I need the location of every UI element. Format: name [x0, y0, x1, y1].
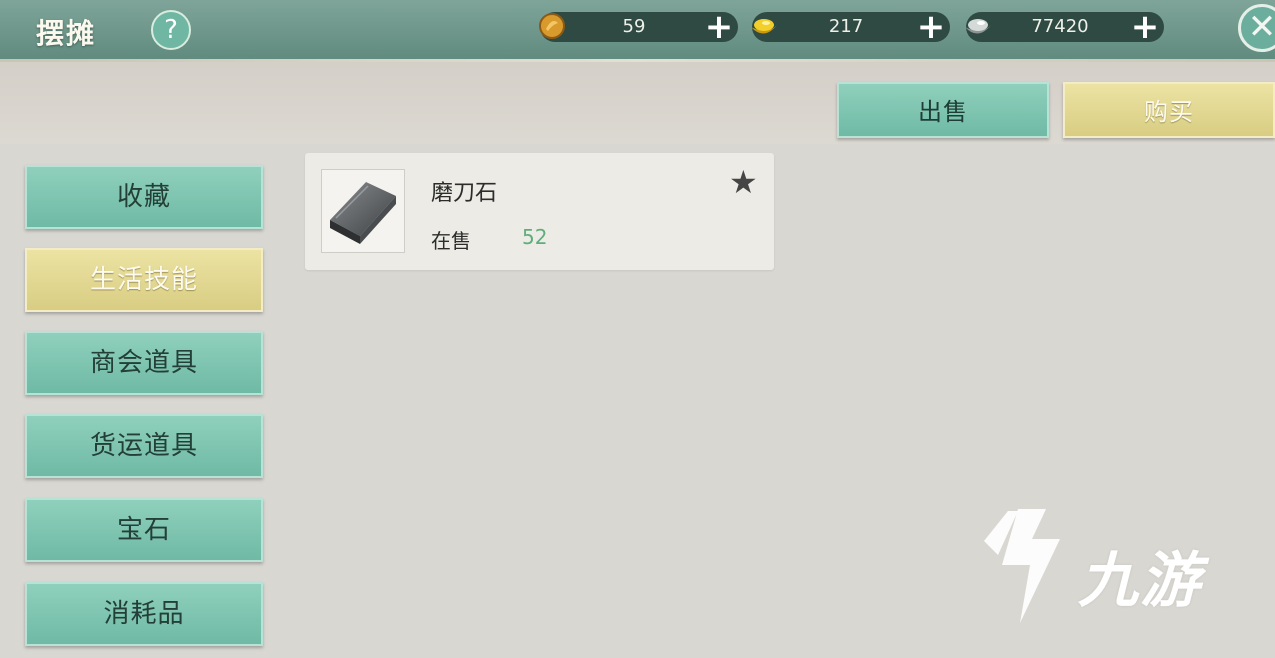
sell-tab-button[interactable]: 出售 [837, 82, 1049, 138]
copper-coin-icon [536, 10, 568, 42]
page-title: 摆摊 [36, 17, 97, 50]
category-guild-items[interactable]: 商会道具 [25, 331, 263, 395]
on-sale-label: 在售 [431, 229, 471, 253]
add-copper-button[interactable]: + [704, 10, 734, 44]
watermark-text: 九游 [1078, 546, 1202, 616]
close-button[interactable]: ✕ [1238, 4, 1275, 52]
category-consumables[interactable]: 消耗品 [25, 582, 263, 646]
item-name: 磨刀石 [431, 181, 498, 206]
add-gold-button[interactable]: + [916, 10, 946, 44]
silver-ingot-icon [962, 10, 994, 42]
silver-value: 77420 [1031, 16, 1089, 37]
currency-silver: 77420 + [965, 10, 1164, 44]
gold-ingot-icon [748, 10, 780, 42]
currency-copper: 59 + [539, 10, 738, 44]
category-life-skills[interactable]: 生活技能 [25, 248, 263, 312]
gold-value: 217 [828, 16, 864, 37]
category-gems[interactable]: 宝石 [25, 498, 263, 562]
whetstone-icon [321, 169, 405, 253]
star-icon[interactable]: ★ [729, 163, 758, 201]
on-sale-count: 52 [522, 225, 548, 249]
jiuyou-logo-icon [980, 505, 1072, 631]
copper-value: 59 [622, 16, 646, 37]
buy-tab-button[interactable]: 购买 [1063, 82, 1275, 138]
add-silver-button[interactable]: + [1130, 10, 1160, 44]
currency-gold: 217 + [751, 10, 950, 44]
help-button[interactable]: ? [151, 10, 191, 50]
item-card[interactable]: 磨刀石 在售 52 ★ [305, 153, 774, 270]
category-freight-items[interactable]: 货运道具 [25, 414, 263, 478]
top-bar: 摆摊 ? 59 + 217 + 77420 + ✕ [0, 0, 1275, 62]
category-favorites[interactable]: 收藏 [25, 165, 263, 229]
